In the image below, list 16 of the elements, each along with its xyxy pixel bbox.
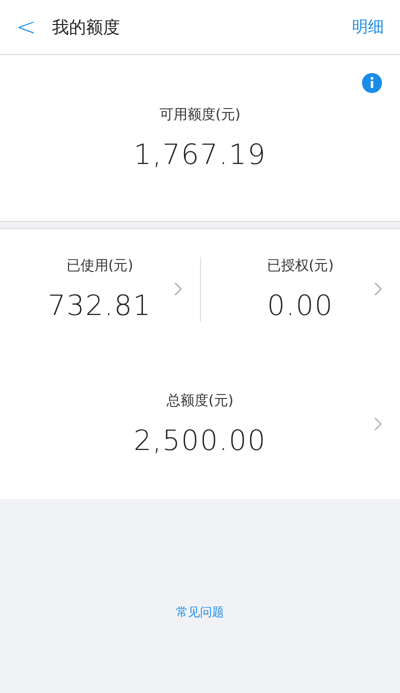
chevron-icon: [174, 282, 182, 296]
info-icon[interactable]: [362, 73, 382, 93]
stat-label: 已授权(元): [266, 256, 334, 274]
stat-amount: 732.81: [48, 288, 152, 322]
available-label: 可用额度(元): [160, 106, 240, 124]
total-label: 总额度(元): [166, 392, 234, 410]
chevron-icon: [374, 282, 382, 296]
chevron-icon: [374, 417, 382, 431]
stat-amount: 0.00: [267, 288, 334, 322]
available-amount: 1,767.19: [134, 138, 266, 170]
total-amount: 2,500.00: [134, 424, 266, 456]
faq-link[interactable]: 常见问题: [176, 604, 224, 620]
back-button[interactable]: <: [16, 13, 36, 41]
stat-label: 已使用(元): [66, 256, 134, 274]
page-title: 我的额度: [52, 16, 122, 38]
details-link[interactable]: 明细: [352, 16, 384, 38]
